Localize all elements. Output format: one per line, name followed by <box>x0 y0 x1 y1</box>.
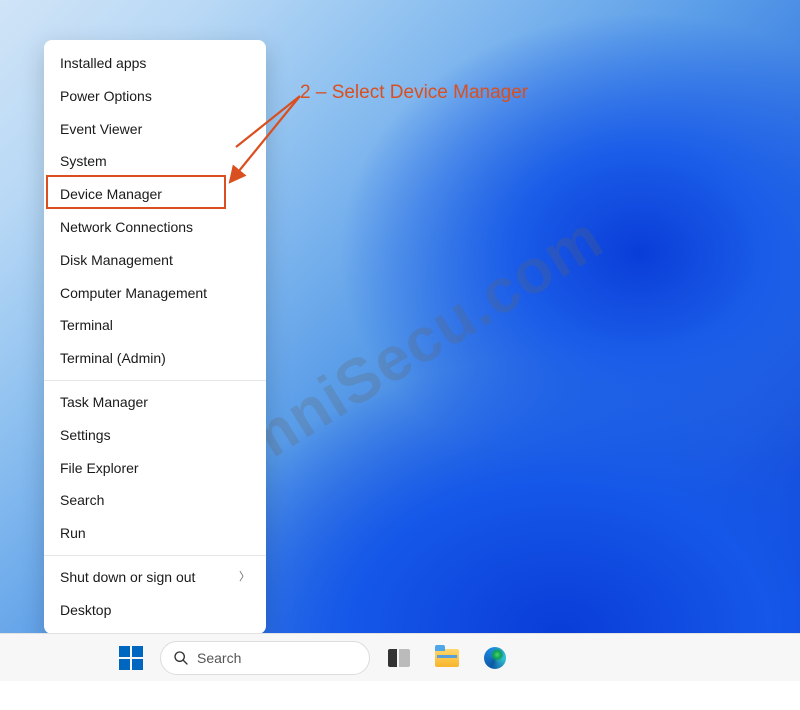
menu-item-label: Network Connections <box>60 219 193 236</box>
bottom-margin <box>0 681 800 709</box>
menu-item-label: Terminal (Admin) <box>60 350 166 367</box>
menu-item-label: System <box>60 153 107 170</box>
menu-item-label: Device Manager <box>60 186 162 203</box>
menu-item-file-explorer[interactable]: File Explorer <box>44 452 266 485</box>
menu-item-computer-management[interactable]: Computer Management <box>44 277 266 310</box>
menu-item-network-connections[interactable]: Network Connections <box>44 211 266 244</box>
menu-item-label: Settings <box>60 427 111 444</box>
menu-item-run[interactable]: Run <box>44 517 266 550</box>
menu-item-label: Task Manager <box>60 394 148 411</box>
menu-item-power-options[interactable]: Power Options <box>44 80 266 113</box>
file-explorer-button[interactable] <box>428 639 466 677</box>
menu-item-desktop[interactable]: Desktop <box>44 594 266 627</box>
menu-item-installed-apps[interactable]: Installed apps <box>44 47 266 80</box>
menu-item-settings[interactable]: Settings <box>44 419 266 452</box>
menu-item-label: Computer Management <box>60 285 207 302</box>
menu-item-event-viewer[interactable]: Event Viewer <box>44 113 266 146</box>
menu-item-shutdown[interactable]: Shut down or sign out 〉 <box>44 561 266 594</box>
taskbar-search[interactable]: Search <box>160 641 370 675</box>
menu-item-device-manager[interactable]: Device Manager <box>44 178 266 211</box>
menu-item-label: Run <box>60 525 86 542</box>
search-placeholder: Search <box>197 650 241 666</box>
menu-item-label: Power Options <box>60 88 152 105</box>
menu-item-label: Search <box>60 492 104 509</box>
menu-item-label: Disk Management <box>60 252 173 269</box>
folder-icon <box>435 649 459 667</box>
menu-item-terminal-admin[interactable]: Terminal (Admin) <box>44 342 266 375</box>
start-button[interactable] <box>112 639 150 677</box>
annotation-step2: 2 – Select Device Manager <box>300 82 528 104</box>
menu-item-label: Desktop <box>60 602 111 619</box>
menu-item-label: Event Viewer <box>60 121 142 138</box>
winx-context-menu: Installed apps Power Options Event Viewe… <box>44 40 266 634</box>
menu-item-task-manager[interactable]: Task Manager <box>44 386 266 419</box>
menu-item-search[interactable]: Search <box>44 484 266 517</box>
edge-button[interactable] <box>476 639 514 677</box>
taskbar: Search <box>0 633 800 681</box>
windows-logo-icon <box>119 646 143 670</box>
menu-separator <box>44 555 266 556</box>
menu-item-label: Shut down or sign out <box>60 569 195 586</box>
task-view-icon <box>388 649 410 667</box>
menu-separator <box>44 380 266 381</box>
menu-item-label: File Explorer <box>60 460 139 477</box>
menu-item-label: Installed apps <box>60 55 146 72</box>
menu-item-label: Terminal <box>60 317 113 334</box>
menu-item-terminal[interactable]: Terminal <box>44 309 266 342</box>
menu-item-disk-management[interactable]: Disk Management <box>44 244 266 277</box>
search-icon <box>173 650 189 666</box>
menu-item-system[interactable]: System <box>44 145 266 178</box>
chevron-right-icon: 〉 <box>239 571 250 584</box>
edge-icon <box>484 647 506 669</box>
task-view-button[interactable] <box>380 639 418 677</box>
